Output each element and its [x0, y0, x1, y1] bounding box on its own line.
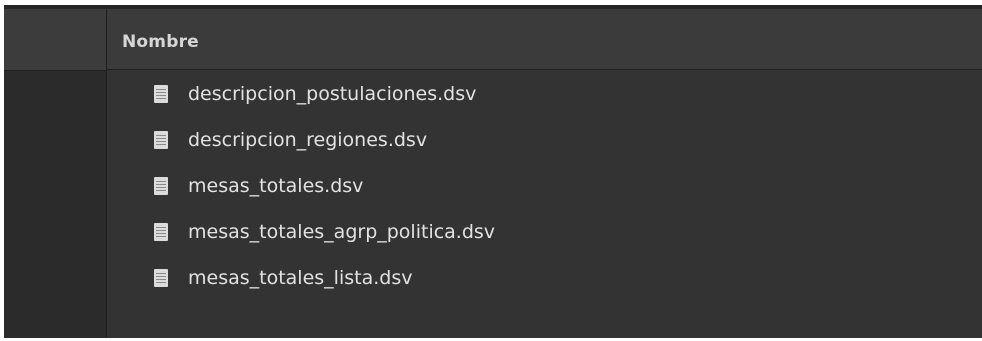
- file-name: descripcion_regiones.dsv: [188, 129, 428, 151]
- file-name: descripcion_postulaciones.dsv: [188, 83, 477, 105]
- text-file-icon: [154, 85, 168, 103]
- sidebar: [4, 9, 106, 338]
- file-name: mesas_totales.dsv: [188, 175, 364, 197]
- file-name: mesas_totales_lista.dsv: [188, 267, 413, 289]
- text-file-icon: [154, 269, 168, 287]
- file-name: mesas_totales_agrp_politica.dsv: [188, 221, 496, 243]
- file-row[interactable]: mesas_totales_lista.dsv: [107, 255, 982, 301]
- file-manager-window: Nombre descripcion_postulaciones.dsv des…: [4, 5, 982, 338]
- text-file-icon: [154, 177, 168, 195]
- file-list-pane: Nombre descripcion_postulaciones.dsv des…: [107, 9, 982, 338]
- name-column-label: Nombre: [122, 32, 199, 52]
- file-row[interactable]: descripcion_regiones.dsv: [107, 117, 982, 163]
- text-file-icon: [154, 223, 168, 241]
- file-row[interactable]: mesas_totales.dsv: [107, 163, 982, 209]
- file-row[interactable]: mesas_totales_agrp_politica.dsv: [107, 209, 982, 255]
- sidebar-header: [4, 9, 106, 71]
- name-column-header[interactable]: Nombre: [107, 9, 982, 70]
- file-row[interactable]: descripcion_postulaciones.dsv: [107, 71, 982, 117]
- text-file-icon: [154, 131, 168, 149]
- screenshot-frame: Nombre descripcion_postulaciones.dsv des…: [0, 0, 982, 341]
